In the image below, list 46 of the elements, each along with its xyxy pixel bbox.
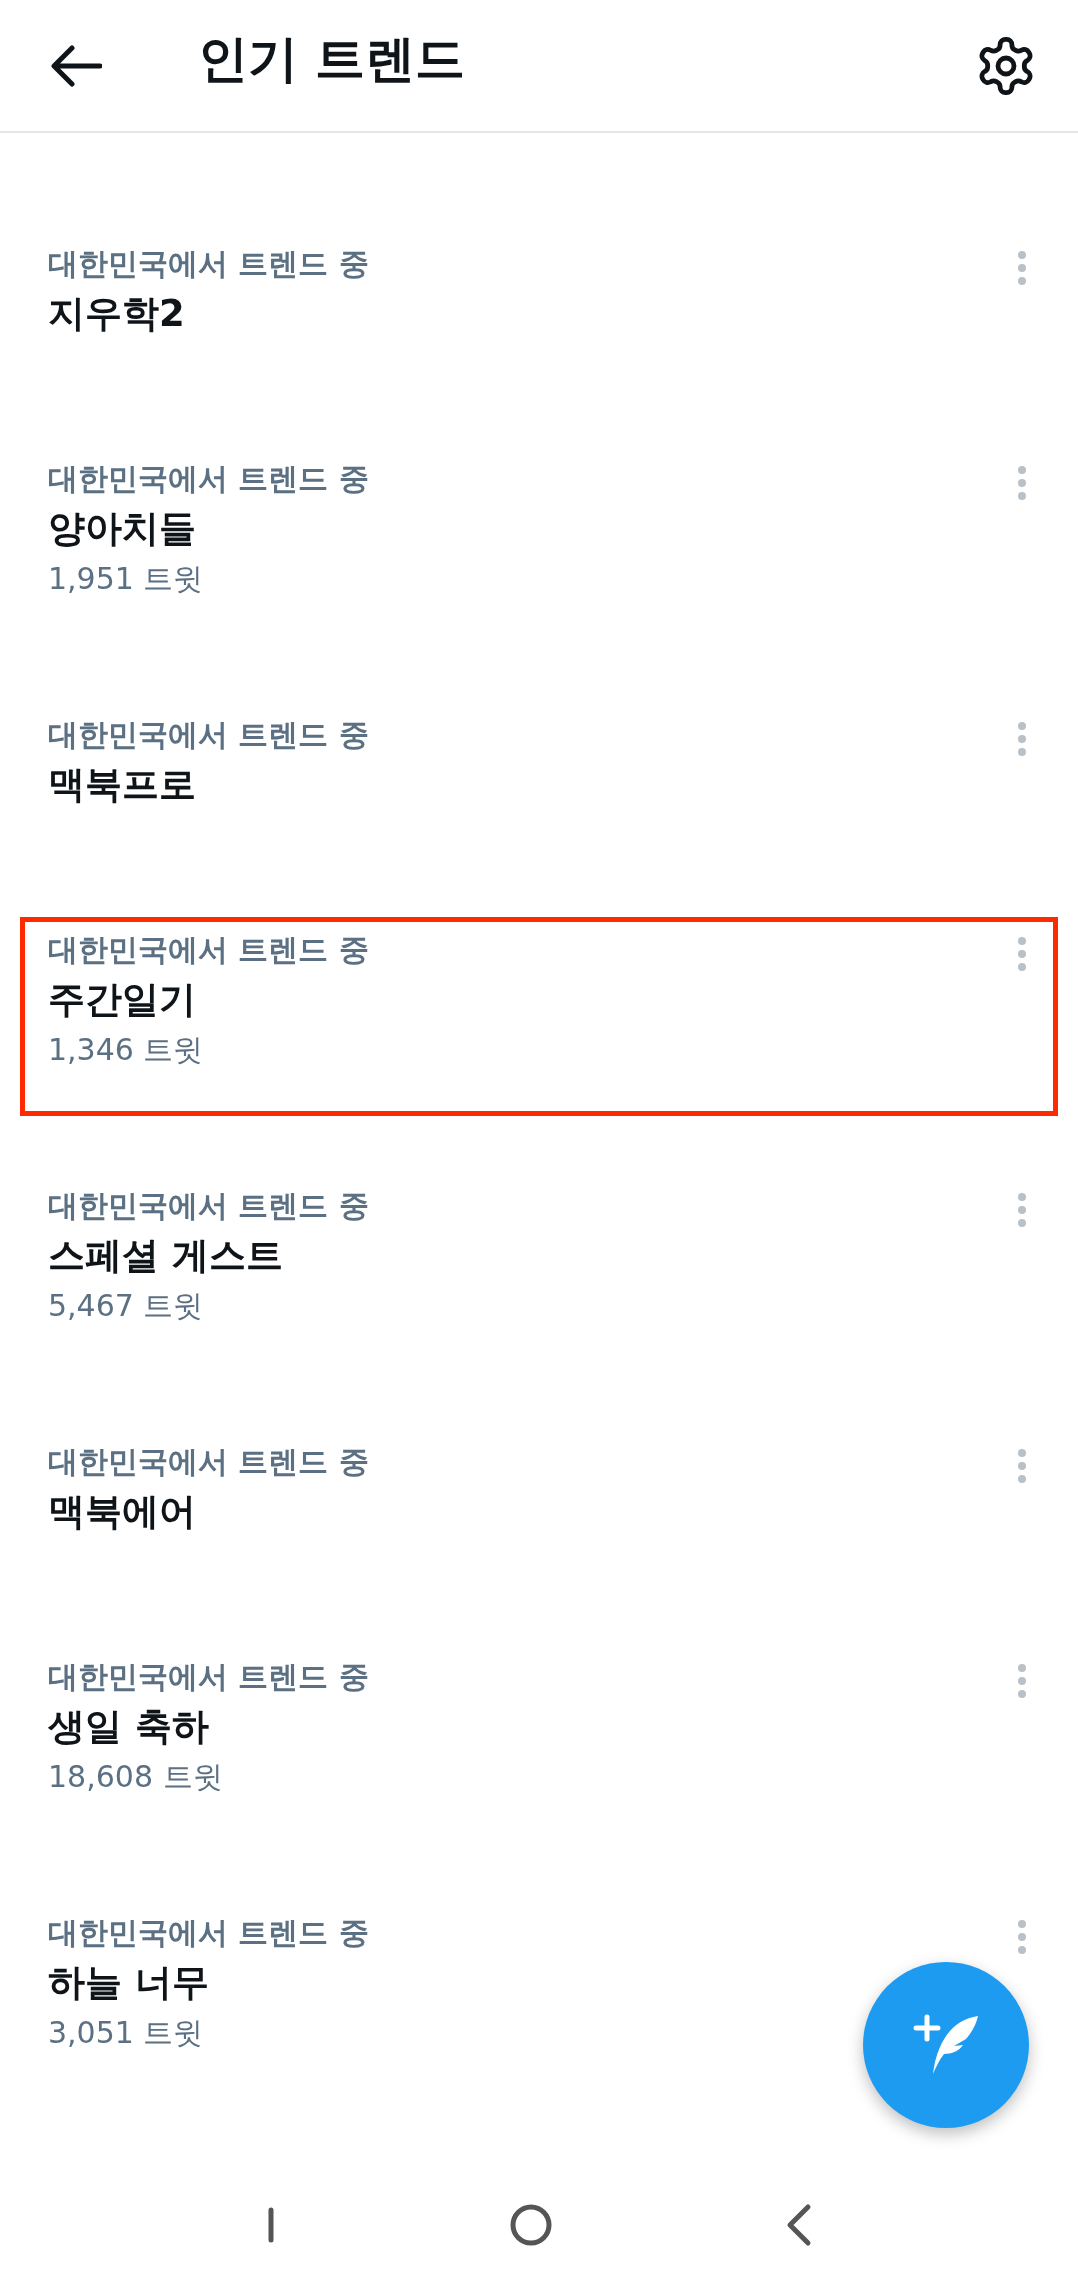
trend-category: 대한민국에서 트렌드 중 [48,716,369,754]
more-button[interactable] [1017,1192,1027,1228]
tweet-count: 1,346 트윗 [48,1031,204,1069]
tweet-count: 5,467 트윗 [48,1287,204,1325]
home-circle-icon [509,2202,553,2247]
trend-name[interactable]: 생일 축하 [48,1699,209,1755]
trend-name[interactable]: 지우학2 [48,286,185,342]
more-icon [1017,465,1027,501]
more-button[interactable] [1017,1663,1027,1699]
trend-category: 대한민국에서 트렌드 중 [48,1187,369,1225]
more-icon [1017,721,1027,757]
page-title: 인기 트렌드 [198,29,467,90]
system-back-button[interactable] [785,2202,812,2247]
more-button[interactable] [1017,1448,1027,1484]
more-button[interactable] [1017,465,1027,501]
more-icon [1017,1192,1027,1228]
trend-category: 대한민국에서 트렌드 중 [48,460,369,498]
trend-name[interactable]: 맥북에어 [48,1484,196,1540]
recent-apps-icon [266,2206,277,2243]
more-button[interactable] [1017,721,1027,757]
trend-name[interactable]: 스페셜 게스트 [48,1228,283,1284]
more-icon [1017,250,1027,286]
more-icon [1017,1663,1027,1699]
back-button[interactable] [50,43,102,88]
tweet-count: 3,051 트윗 [48,2014,204,2052]
more-icon [1017,1919,1027,1955]
chevron-left-icon [785,2202,812,2247]
more-button[interactable] [1017,250,1027,286]
more-icon [1017,1448,1027,1484]
trend-name[interactable]: 양아치들 [48,501,196,557]
trend-category: 대한민국에서 트렌드 중 [48,1914,369,1952]
tweet-count: 18,608 트윗 [48,1758,223,1796]
trend-category: 대한민국에서 트렌드 중 [48,1443,369,1481]
more-button[interactable] [1017,1919,1027,1955]
tweet-count: 1,951 트윗 [48,560,204,598]
trend-category: 대한민국에서 트렌드 중 [48,931,369,969]
more-icon [1017,936,1027,972]
trend-name[interactable]: 맥북프로 [48,757,196,813]
back-arrow-icon [50,43,102,88]
more-button[interactable] [1017,936,1027,972]
trend-category: 대한민국에서 트렌드 중 [48,245,369,283]
trend-name[interactable]: 하늘 너무 [48,1955,209,2011]
recent-apps-button[interactable] [266,2206,277,2243]
trend-category: 대한민국에서 트렌드 중 [48,1658,369,1696]
trend-name[interactable]: 주간일기 [48,972,196,1028]
home-button[interactable] [509,2202,553,2247]
